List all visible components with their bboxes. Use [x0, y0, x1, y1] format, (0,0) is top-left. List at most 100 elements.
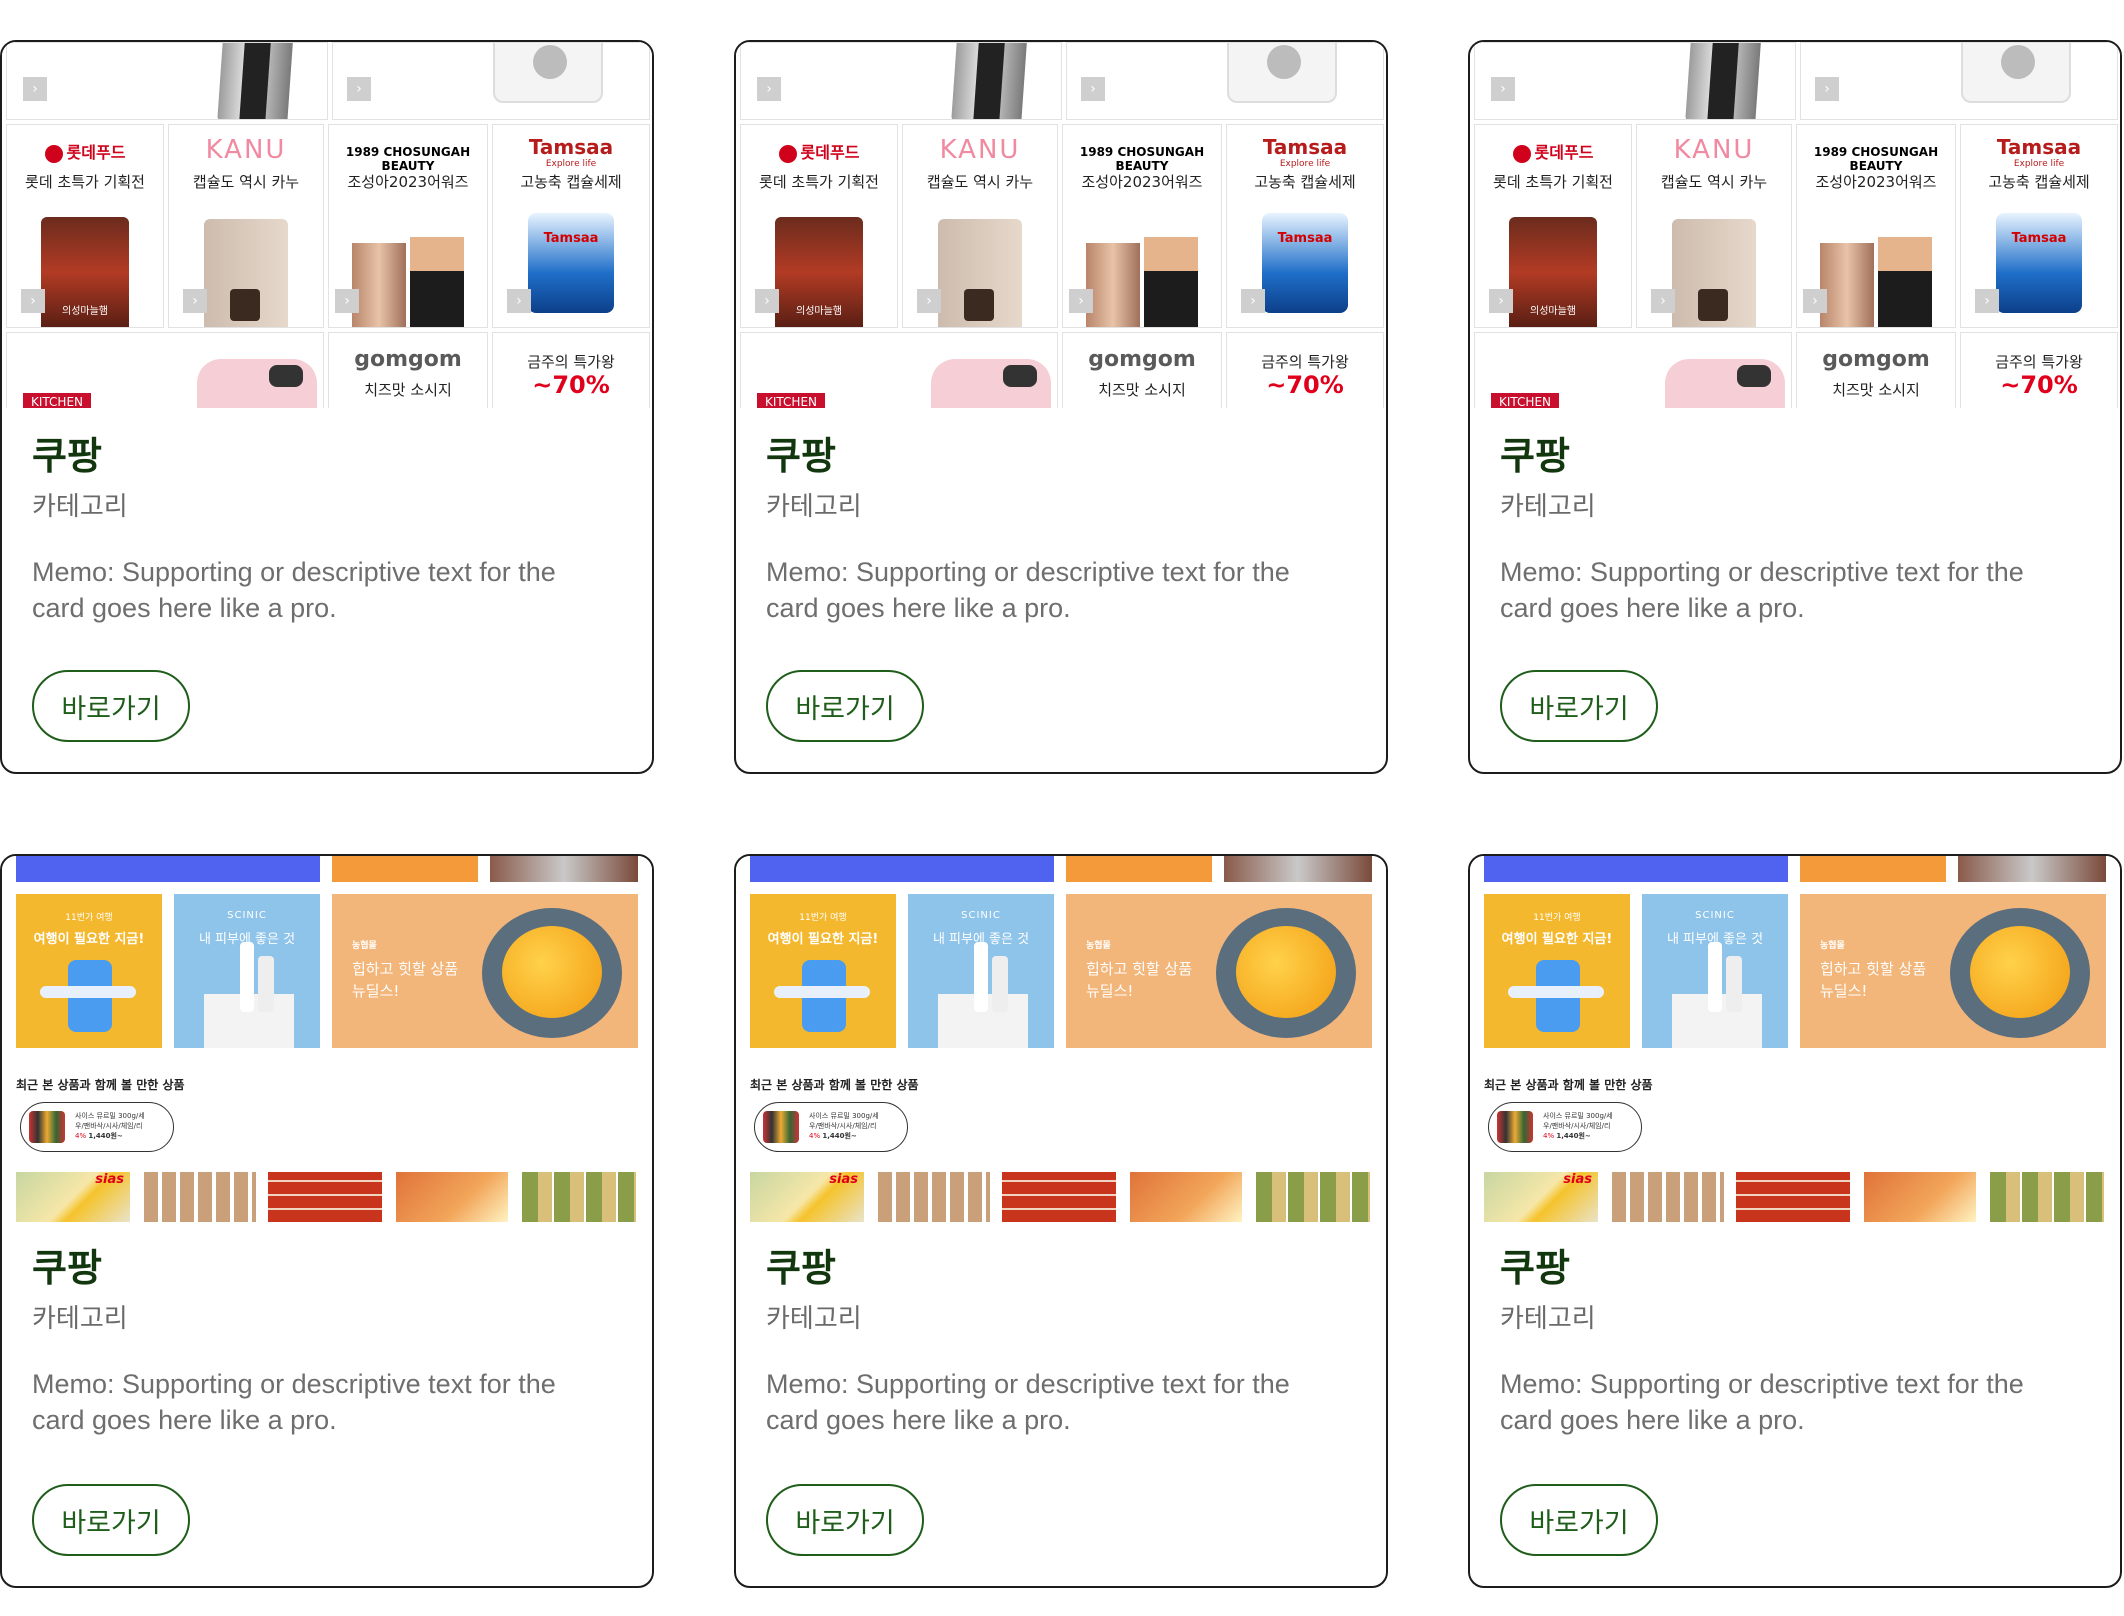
- chevron-right-icon[interactable]: ›: [507, 289, 531, 313]
- brand-tile-lotte[interactable]: 롯데푸드 롯데 초특가 기획전 의성마늘햄 ›: [1474, 124, 1632, 328]
- product-grid-image[interactable]: [268, 1172, 382, 1222]
- banner-top-row: › ›: [736, 42, 1386, 120]
- fried-rice-image[interactable]: [1130, 1172, 1242, 1222]
- go-button[interactable]: 바로가기: [32, 670, 190, 742]
- scinic-banner[interactable]: SCINIC 내 피부에 좋은 것: [174, 894, 320, 1048]
- banner-bar-blue: [16, 856, 320, 882]
- sale-tile[interactable]: 금주의 특가왕 ~70%: [1960, 332, 2118, 408]
- chevron-right-icon[interactable]: ›: [1975, 289, 1999, 313]
- banner-kicker: 11번가 여행: [799, 913, 847, 923]
- chevron-right-icon[interactable]: ›: [1815, 77, 1839, 101]
- brand-tile-tamsaa[interactable]: Tamsaa Explore life 고농축 캡슐세제 Tamsaa ›: [1960, 124, 2118, 328]
- card-memo: Memo: Supporting or descriptive text for…: [766, 557, 1290, 623]
- egg-dish-image[interactable]: sias: [16, 1172, 130, 1222]
- brand-logo-text: sias: [829, 1172, 858, 1187]
- brand-tile-chosungah[interactable]: 1989 CHOSUNGAH BEAUTY 조성아2023어워즈 ›: [1062, 124, 1222, 328]
- product-options: 우/팬바삭/시사/체임/리: [75, 1122, 143, 1130]
- fried-rice-image[interactable]: [396, 1172, 508, 1222]
- card-3[interactable]: › › 롯데푸드 롯데 초특가 기획전 의성마늘햄 › KANU 캡슐도 역시 …: [1468, 40, 2122, 774]
- gomgom-tile[interactable]: gomgom 치즈맛 소시지: [1062, 332, 1222, 408]
- product-grid-image[interactable]: [1990, 1172, 2104, 1222]
- chevron-right-icon[interactable]: ›: [183, 289, 207, 313]
- chevron-right-icon[interactable]: ›: [755, 289, 779, 313]
- chevron-right-icon[interactable]: ›: [1069, 289, 1093, 313]
- chevron-right-icon[interactable]: ›: [917, 289, 941, 313]
- chevron-right-icon[interactable]: ›: [1651, 289, 1675, 313]
- farm-banner[interactable]: 농협몰 힙하고 힛할 상품 뉴딜스!: [1066, 894, 1372, 1048]
- kitchen-tile[interactable]: KITCHEN: [6, 332, 324, 408]
- brand-logo-text: 1989 CHOSUNGAH BEAUTY: [1079, 145, 1205, 173]
- card-4[interactable]: 11번가 여행 여행이 필요한 지금! SCINIC 내 피부에 좋은 것 농협…: [0, 854, 654, 1588]
- banner-kicker: SCINIC: [1695, 910, 1735, 921]
- brand-tile-kanu[interactable]: KANU 캡슐도 역시 카누 ›: [902, 124, 1058, 328]
- brand-logo-text: KANU: [205, 135, 287, 165]
- chevron-right-icon[interactable]: ›: [335, 289, 359, 313]
- brand-logo-text: KANU: [939, 135, 1021, 165]
- coffee-machine-image: [938, 219, 1022, 327]
- go-button[interactable]: 바로가기: [766, 670, 924, 742]
- chevron-right-icon[interactable]: ›: [1241, 289, 1265, 313]
- chevron-right-icon[interactable]: ›: [757, 77, 781, 101]
- chevron-right-icon[interactable]: ›: [347, 77, 371, 101]
- go-button[interactable]: 바로가기: [1500, 670, 1658, 742]
- sale-tile[interactable]: 금주의 특가왕 ~70%: [1226, 332, 1384, 408]
- go-button[interactable]: 바로가기: [1500, 1484, 1658, 1556]
- product-grid-image[interactable]: [878, 1172, 990, 1222]
- scinic-banner[interactable]: SCINIC 내 피부에 좋은 것: [908, 894, 1054, 1048]
- chevron-right-icon[interactable]: ›: [23, 77, 47, 101]
- battery-image: [217, 43, 295, 119]
- travel-banner[interactable]: 11번가 여행 여행이 필요한 지금!: [16, 894, 162, 1048]
- chevron-right-icon[interactable]: ›: [1081, 77, 1105, 101]
- brand-tile-kanu[interactable]: KANU 캡슐도 역시 카누 ›: [1636, 124, 1792, 328]
- card-subtitle: 카테고리: [32, 492, 128, 522]
- brand-tile-lotte[interactable]: 롯데푸드 롯데 초특가 기획전 의성마늘햄 ›: [6, 124, 164, 328]
- recommend-item[interactable]: 사이스 뮤르밀 300g/세 우/팬바삭/시사/체임/리 4% 1,440원~: [20, 1102, 174, 1152]
- battery-image: [1685, 43, 1763, 119]
- recommend-item[interactable]: 사이스 뮤르밀 300g/세 우/팬바삭/시사/체임/리 4% 1,440원~: [1488, 1102, 1642, 1152]
- egg-dish-image[interactable]: sias: [750, 1172, 864, 1222]
- chevron-right-icon[interactable]: ›: [1803, 289, 1827, 313]
- brand-tile-kanu[interactable]: KANU 캡슐도 역시 카누 ›: [168, 124, 324, 328]
- product-grid-image[interactable]: [1612, 1172, 1724, 1222]
- farm-banner[interactable]: 농협몰 힙하고 힛할 상품 뉴딜스!: [1800, 894, 2106, 1048]
- product-grid-image[interactable]: [1736, 1172, 1850, 1222]
- gomgom-tile[interactable]: gomgom 치즈맛 소시지: [328, 332, 488, 408]
- scinic-banner[interactable]: SCINIC 내 피부에 좋은 것: [1642, 894, 1788, 1048]
- gomgom-tile[interactable]: gomgom 치즈맛 소시지: [1796, 332, 1956, 408]
- go-button[interactable]: 바로가기: [766, 1484, 924, 1556]
- chevron-right-icon[interactable]: ›: [21, 289, 45, 313]
- product-grid-image[interactable]: [1002, 1172, 1116, 1222]
- brand-caption: 치즈맛 소시지: [1832, 381, 1920, 399]
- fried-rice-image[interactable]: [1864, 1172, 1976, 1222]
- kitchen-tile[interactable]: KITCHEN: [740, 332, 1058, 408]
- kitchen-tile[interactable]: KITCHEN: [1474, 332, 1792, 408]
- brand-tile-lotte[interactable]: 롯데푸드 롯데 초특가 기획전 의성마늘햄 ›: [740, 124, 898, 328]
- travel-banner[interactable]: 11번가 여행 여행이 필요한 지금!: [1484, 894, 1630, 1048]
- brand-tile-chosungah[interactable]: 1989 CHOSUNGAH BEAUTY 조성아2023어워즈 ›: [328, 124, 488, 328]
- go-button[interactable]: 바로가기: [32, 1484, 190, 1556]
- banner-kicker: SCINIC: [961, 910, 1001, 921]
- banner-headline: 여행이 필요한 지금!: [33, 932, 145, 947]
- card-6[interactable]: 11번가 여행 여행이 필요한 지금! SCINIC 내 피부에 좋은 것 농협…: [1468, 854, 2122, 1588]
- banner-headline: 뉴딜스!: [1820, 982, 1868, 1000]
- product-grid-image[interactable]: [522, 1172, 636, 1222]
- detergent-image: Tamsaa: [528, 213, 614, 313]
- chevron-right-icon[interactable]: ›: [1489, 289, 1513, 313]
- card-2[interactable]: › › 롯데푸드 롯데 초특가 기획전 의성마늘햄 › KANU 캡슐도 역시 …: [734, 40, 1388, 774]
- brand-tile-tamsaa[interactable]: Tamsaa Explore life 고농축 캡슐세제 Tamsaa ›: [1226, 124, 1384, 328]
- card-5[interactable]: 11번가 여행 여행이 필요한 지금! SCINIC 내 피부에 좋은 것 농협…: [734, 854, 1388, 1588]
- product-grid-image[interactable]: [144, 1172, 256, 1222]
- chevron-right-icon[interactable]: ›: [1491, 77, 1515, 101]
- sale-title: 금주의 특가왕: [1261, 353, 1349, 371]
- sale-tile[interactable]: 금주의 특가왕 ~70%: [492, 332, 650, 408]
- product-grid-image[interactable]: [1256, 1172, 1370, 1222]
- brand-tile-chosungah[interactable]: 1989 CHOSUNGAH BEAUTY 조성아2023어워즈 ›: [1796, 124, 1956, 328]
- travel-banner[interactable]: 11번가 여행 여행이 필요한 지금!: [750, 894, 896, 1048]
- banner-bar-orange: [1800, 856, 1946, 882]
- card-1[interactable]: › › 롯데푸드 롯데 초특가 기획전 의성마늘햄 › KANU 캡슐도 역시 …: [0, 40, 654, 774]
- egg-dish-image[interactable]: sias: [1484, 1172, 1598, 1222]
- recommend-item[interactable]: 사이스 뮤르밀 300g/세 우/팬바삭/시사/체임/리 4% 1,440원~: [754, 1102, 908, 1152]
- product-label: 의성마늘햄: [796, 306, 842, 317]
- farm-banner[interactable]: 농협몰 힙하고 힛할 상품 뉴딜스!: [332, 894, 638, 1048]
- brand-tile-tamsaa[interactable]: Tamsaa Explore life 고농축 캡슐세제 Tamsaa ›: [492, 124, 650, 328]
